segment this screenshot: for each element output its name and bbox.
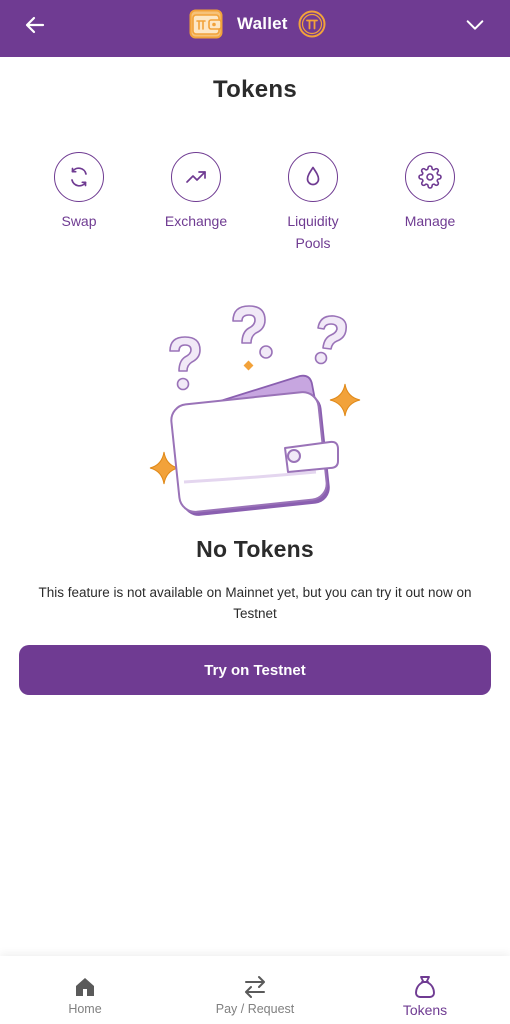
liquidity-pools-label: Liquidity Pools — [287, 213, 339, 251]
exchange-label: Exchange — [164, 213, 228, 229]
pi-coin-icon — [298, 10, 326, 38]
question-mark-icon — [232, 305, 273, 359]
manage-button[interactable]: Manage — [380, 152, 480, 232]
wallet-icon — [189, 9, 223, 39]
droplet-icon — [288, 152, 338, 202]
empty-state-description: This feature is not available on Mainnet… — [38, 585, 472, 621]
nav-pay-request-label: Pay / Request — [215, 1002, 295, 1016]
nav-tokens[interactable]: Tokens — [355, 956, 495, 1024]
exchange-button[interactable]: Exchange — [146, 152, 246, 232]
liquidity-pools-button[interactable]: Liquidity Pools — [263, 152, 363, 254]
back-button[interactable] — [20, 10, 50, 40]
bottom-navigation: Home Pay / Request Tokens — [0, 956, 510, 1024]
header-title: Wallet — [237, 14, 288, 33]
token-actions: Swap Exchange Liquidity Pools Manage — [0, 152, 510, 252]
money-bag-icon — [412, 974, 438, 1000]
question-mark-icon — [169, 336, 201, 391]
arrow-left-icon — [25, 16, 45, 34]
try-on-testnet-button[interactable]: Try on Testnet — [19, 645, 491, 695]
empty-state-title: No Tokens — [196, 536, 314, 562]
page-title: Tokens — [212, 76, 298, 103]
swap-button[interactable]: Swap — [29, 152, 129, 232]
chevron-down-icon — [466, 20, 484, 30]
wallet-header: Wallet — [189, 8, 326, 40]
transfer-arrows-icon — [242, 974, 268, 1000]
top-bar: Wallet — [0, 0, 510, 57]
manage-label: Manage — [404, 213, 456, 229]
menu-toggle-button[interactable] — [460, 10, 490, 40]
wallet-illustration — [170, 391, 339, 516]
nav-home[interactable]: Home — [15, 956, 155, 1024]
empty-wallet-illustration — [140, 296, 370, 526]
question-mark-icon — [314, 315, 348, 365]
nav-pay-request[interactable]: Pay / Request — [185, 956, 325, 1024]
gear-icon — [405, 152, 455, 202]
nav-tokens-label: Tokens — [402, 1002, 448, 1018]
nav-home-label: Home — [68, 1002, 102, 1016]
swap-icon — [54, 152, 104, 202]
home-icon — [72, 974, 98, 1000]
swap-label: Swap — [61, 213, 97, 229]
trending-up-icon — [171, 152, 221, 202]
